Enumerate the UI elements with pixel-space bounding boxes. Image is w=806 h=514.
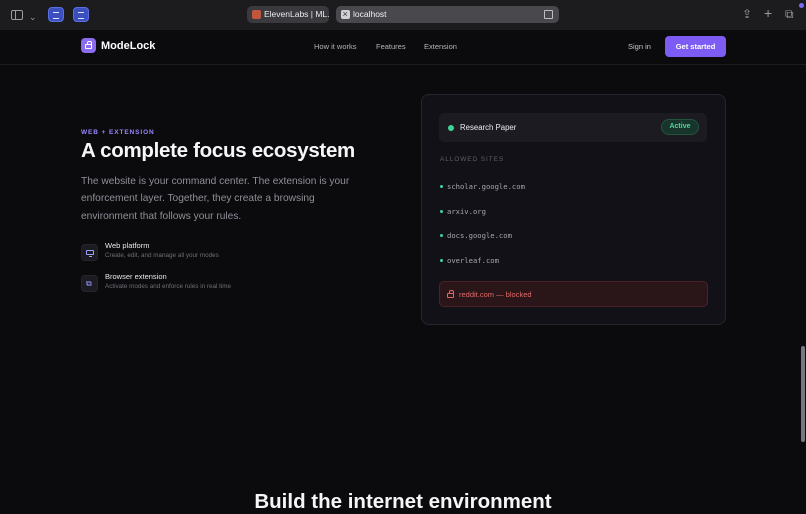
chevron-down-icon[interactable]: ⌄ [29, 10, 37, 24]
site-domain: scholar.google.com [447, 182, 525, 191]
allowed-site-item: docs.google.com [440, 231, 512, 240]
feature-subtitle: Activate modes and enforce rules in real… [105, 283, 231, 290]
section-title: A complete focus ecosystem [81, 139, 355, 162]
site-nav: ModeLock How it works Features Extension… [0, 30, 806, 65]
feature-subtitle: Create, edit, and manage all your modes [105, 252, 219, 259]
mode-row: Research Paper Active [439, 113, 707, 142]
bullet-dot [440, 210, 443, 213]
sign-in-link[interactable]: Sign in [628, 42, 651, 51]
notification-dot [799, 3, 804, 8]
browser-tab[interactable]: ElevenLabs | ML... [247, 6, 329, 23]
site-domain: docs.google.com [447, 231, 512, 240]
tab-title: ElevenLabs | ML... [264, 9, 329, 19]
blocked-site-row: reddit.com — blocked [439, 281, 708, 307]
scrollbar-thumb[interactable] [801, 346, 805, 442]
status-badge: Active [661, 119, 699, 135]
site-domain: overleaf.com [447, 256, 499, 265]
tab-overview-icon[interactable]: ⧉ [785, 7, 794, 21]
allowed-site-item: scholar.google.com [440, 182, 525, 191]
tab-group-icon[interactable] [73, 7, 89, 22]
feature-title: Web platform [105, 241, 150, 250]
get-started-button[interactable]: Get started [665, 36, 726, 57]
nav-link-extension[interactable]: Extension [424, 42, 457, 51]
status-dot [448, 125, 454, 131]
bullet-dot [440, 185, 443, 188]
lock-logo-icon[interactable] [81, 38, 96, 53]
allowed-sites-heading: ALLOWED SITES [440, 156, 505, 163]
feature-title: Browser extension [105, 272, 167, 281]
browser-toolbar: ⌄ ElevenLabs | ML... localhost ⇪ + ⧉ [0, 0, 806, 30]
next-section-title: Build the internet environment [254, 490, 552, 513]
new-tab-icon[interactable]: + [764, 6, 772, 20]
address-text: localhost [353, 9, 387, 19]
mode-name: Research Paper [460, 123, 517, 132]
nav-link-features[interactable]: Features [376, 42, 406, 51]
bullet-dot [440, 234, 443, 237]
site-favicon-icon [341, 6, 350, 23]
reader-icon[interactable] [544, 10, 553, 19]
mode-preview-card: Research Paper Active ALLOWED SITES scho… [421, 94, 726, 325]
site-domain: arxiv.org [447, 207, 486, 216]
monitor-icon [81, 244, 98, 261]
sidebar-toggle-icon[interactable] [11, 10, 23, 20]
lock-icon [447, 290, 454, 298]
allowed-site-item: arxiv.org [440, 207, 486, 216]
section-lead: The website is your command center. The … [81, 176, 350, 222]
allowed-site-item: overleaf.com [440, 256, 499, 265]
nav-link-how-it-works[interactable]: How it works [314, 42, 357, 51]
blocked-site-text: reddit.com — blocked [459, 290, 532, 299]
tab-group-icon[interactable] [48, 7, 64, 22]
address-bar[interactable]: localhost [336, 6, 559, 23]
section-eyebrow: WEB + EXTENSION [81, 129, 155, 136]
bullet-dot [440, 259, 443, 262]
brand-name[interactable]: ModeLock [101, 40, 155, 52]
share-icon[interactable]: ⇪ [742, 7, 752, 21]
puzzle-icon: ⧉ [81, 275, 98, 292]
favicon-icon [252, 10, 261, 19]
